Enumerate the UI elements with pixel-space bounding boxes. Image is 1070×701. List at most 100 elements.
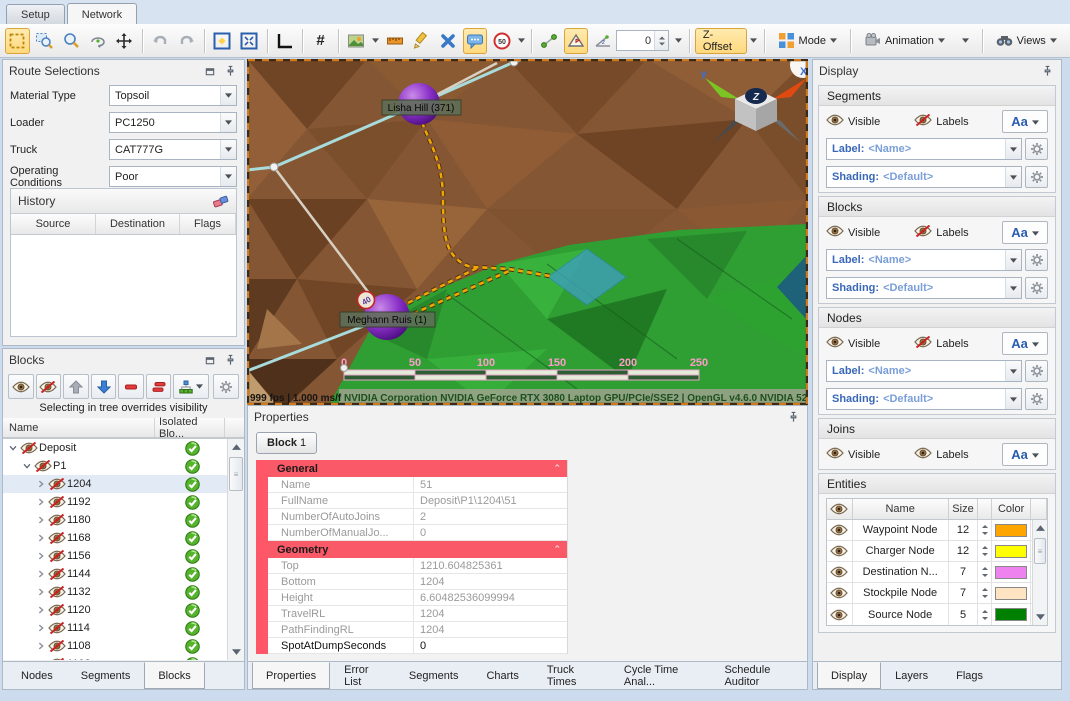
shading-select[interactable]: Shading:<Default> (826, 388, 1022, 410)
isolated-check-icon[interactable] (185, 513, 201, 528)
tab-display[interactable]: Display (817, 662, 881, 689)
entity-row[interactable]: Source Node 5 (827, 604, 1047, 625)
isolated-check-icon[interactable] (185, 549, 201, 564)
chevron-right-icon[interactable] (35, 515, 47, 525)
labels-toggle[interactable]: Labels (914, 447, 968, 462)
tree-item[interactable]: 1204 (3, 475, 244, 493)
pin-icon[interactable] (222, 64, 238, 78)
zoom-selected-icon[interactable] (237, 28, 262, 54)
grid-icon[interactable]: # (308, 28, 333, 54)
gear-icon[interactable] (1025, 166, 1048, 188)
shading-select[interactable]: Shading:<Default> (826, 166, 1022, 188)
scroll-thumb[interactable]: ≡ (1034, 538, 1046, 564)
history-col-flags[interactable]: Flags (180, 214, 236, 234)
speed-limit-dropdown-icon[interactable] (515, 28, 527, 54)
offset-input[interactable]: 0 (616, 30, 669, 51)
tab-segments-bottom[interactable]: Segments (395, 662, 473, 689)
font-button[interactable]: Aa (1002, 332, 1048, 355)
tree-item[interactable]: 1180 (3, 511, 244, 529)
zoom-extents-icon[interactable] (210, 28, 235, 54)
visible-toggle[interactable]: Visible (826, 114, 880, 129)
chevron-down-icon[interactable] (1005, 278, 1021, 298)
chevron-right-icon[interactable] (35, 569, 47, 579)
gear-icon[interactable] (1025, 360, 1048, 382)
group-general[interactable]: General⌃ (268, 460, 567, 477)
eye-off-icon[interactable] (47, 568, 67, 580)
property-row[interactable]: NumberOfManualJo...0 (268, 525, 567, 541)
color-swatch[interactable] (995, 608, 1027, 621)
chevron-right-icon[interactable] (35, 551, 47, 561)
chevron-down-icon[interactable] (7, 443, 19, 453)
labels-icon[interactable] (463, 28, 488, 54)
entities-col-size[interactable]: Size (949, 499, 978, 519)
color-swatch[interactable] (995, 524, 1027, 537)
viewport-3d[interactable]: Lisha Hill (371) 40 Meghann Ruis (1) 0 5… (247, 59, 808, 405)
flag-tool-icon[interactable] (564, 28, 589, 54)
eye-off-icon[interactable] (47, 658, 67, 660)
blocks-col-isolated[interactable]: Isolated Blo... (155, 418, 225, 437)
visible-toggle[interactable]: Visible (826, 225, 880, 240)
eraser-icon[interactable] (213, 194, 229, 208)
material-type-select[interactable]: Topsoil (109, 85, 237, 106)
size-stepper[interactable] (978, 541, 992, 561)
move-up-icon[interactable] (63, 374, 89, 399)
axis-icon[interactable] (272, 28, 297, 54)
eye-icon[interactable] (827, 562, 853, 582)
property-row[interactable]: TravelRL1204 (268, 606, 567, 622)
scroll-up-icon[interactable] (1033, 520, 1047, 536)
pin-icon[interactable] (1039, 64, 1055, 78)
chevron-down-icon[interactable] (220, 167, 236, 186)
chevron-down-icon[interactable] (1005, 361, 1021, 381)
segment-tool-icon[interactable] (537, 28, 562, 54)
entity-row[interactable]: Destination N... 7 (827, 562, 1047, 583)
tab-segments[interactable]: Segments (67, 662, 145, 689)
blocks-settings-gear-icon[interactable] (213, 374, 239, 399)
tree-item[interactable]: 1108 (3, 637, 244, 655)
zoom-window-icon[interactable] (32, 28, 57, 54)
tree-item[interactable]: 1144 (3, 565, 244, 583)
tree-item[interactable]: Deposit (3, 439, 244, 457)
scroll-thumb[interactable]: ≡ (229, 457, 243, 491)
history-col-source[interactable]: Source (11, 214, 96, 234)
offset-dropdown-icon[interactable] (673, 28, 685, 54)
z-offset-dropdown-icon[interactable] (748, 28, 760, 54)
eye-off-icon[interactable] (47, 586, 67, 598)
blocks-tree-scrollbar[interactable]: ≡ (227, 439, 244, 660)
truck-select[interactable]: CAT777G (109, 139, 237, 160)
isolated-check-icon[interactable] (185, 657, 201, 661)
delete-icon[interactable] (436, 28, 461, 54)
property-row[interactable]: PathFindingRL1204 (268, 622, 567, 638)
entities-col-name[interactable]: Name (853, 499, 949, 519)
chevron-right-icon[interactable] (35, 659, 47, 660)
restore-icon[interactable] (202, 64, 218, 78)
chevron-right-icon[interactable] (35, 623, 47, 633)
isolated-check-icon[interactable] (185, 567, 201, 582)
property-row[interactable]: SpotAtDumpSeconds0 (268, 638, 567, 654)
tree-item[interactable]: 1114 (3, 619, 244, 637)
eye-icon[interactable] (827, 604, 853, 625)
scroll-up-icon[interactable] (228, 439, 244, 455)
property-row[interactable]: Name51 (268, 477, 567, 493)
chevron-right-icon[interactable] (35, 479, 47, 489)
isolated-check-icon[interactable] (185, 495, 201, 510)
visible-toggle[interactable]: Visible (826, 447, 880, 462)
visible-toggle[interactable]: Visible (826, 336, 880, 351)
tree-options-icon[interactable] (173, 374, 209, 399)
chevron-down-icon[interactable] (21, 461, 33, 471)
chevron-down-icon[interactable] (1005, 250, 1021, 270)
eye-off-icon[interactable] (47, 550, 67, 562)
labels-toggle[interactable]: Labels (914, 225, 968, 240)
orbit-icon[interactable] (85, 28, 110, 54)
eye-off-icon[interactable] (47, 622, 67, 634)
chevron-right-icon[interactable] (35, 641, 47, 651)
property-row[interactable]: Bottom1204 (268, 574, 567, 590)
property-row[interactable]: Top1210.604825361 (268, 558, 567, 574)
isolated-check-icon[interactable] (185, 531, 201, 546)
pan-icon[interactable] (112, 28, 137, 54)
speed-limit-icon[interactable]: 50 (489, 28, 514, 54)
size-stepper[interactable] (978, 520, 992, 540)
blocks-col-name[interactable]: Name (3, 418, 155, 437)
property-row[interactable]: Height6.60482536099994 (268, 590, 567, 606)
color-swatch[interactable] (995, 545, 1027, 558)
font-button[interactable]: Aa (1002, 110, 1048, 133)
